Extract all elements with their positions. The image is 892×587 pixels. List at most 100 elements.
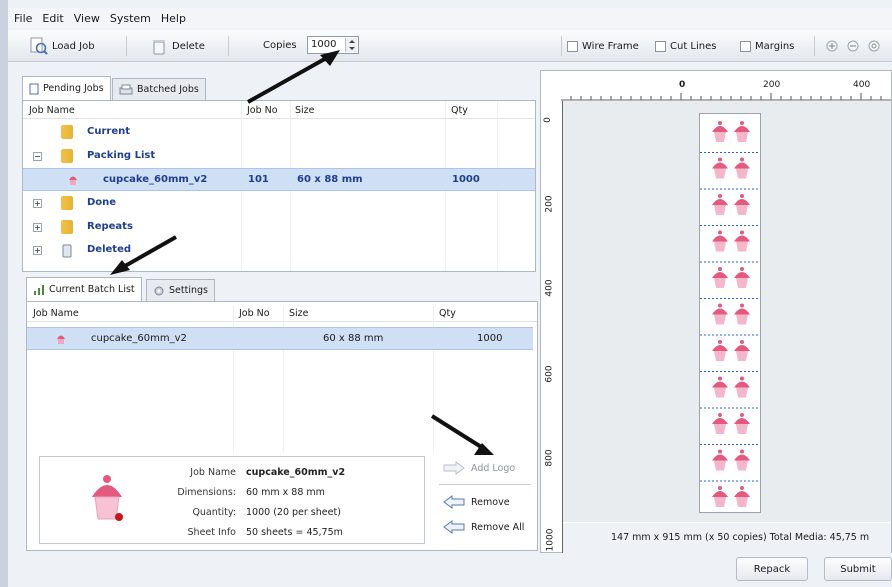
- menu-system[interactable]: System: [110, 12, 151, 25]
- tab-pending-jobs[interactable]: Pending Jobs: [22, 76, 111, 100]
- col-size[interactable]: Size: [289, 308, 309, 319]
- tab-settings-label: Settings: [169, 285, 208, 296]
- expand-icon[interactable]: +: [33, 223, 42, 232]
- cut-lines-checkbox[interactable]: [655, 40, 666, 52]
- remove-button[interactable]: Remove: [443, 490, 510, 514]
- cupcake-tile: [712, 157, 728, 179]
- batch-job-qty: 1000: [477, 333, 503, 344]
- cupcake-tile: [734, 376, 750, 398]
- job-size: 60 x 88 mm: [297, 174, 363, 185]
- spin-arrows-icon[interactable]: [345, 38, 357, 52]
- expand-icon[interactable]: +: [33, 199, 42, 208]
- quantity-label: Quantity:: [192, 507, 236, 518]
- submit-button[interactable]: Submit: [824, 557, 892, 581]
- ruler-v-label: 200: [544, 195, 555, 213]
- horizontal-ruler: 0 200 400: [561, 71, 891, 101]
- recycle-bin-icon: [62, 244, 72, 258]
- job-name-label: Job Name: [190, 467, 236, 478]
- collapse-icon[interactable]: −: [33, 152, 42, 161]
- job-row-cupcake[interactable]: cupcake_60mm_v2 101 60 x 88 mm 1000: [23, 168, 535, 191]
- cupcake-tile: [712, 194, 728, 215]
- col-job-no[interactable]: Job No: [239, 308, 270, 319]
- job-qty: 1000: [452, 174, 480, 185]
- zoom-out-icon[interactable]: [847, 40, 859, 52]
- cupcake-tile: [712, 121, 728, 142]
- menu-view[interactable]: View: [74, 12, 100, 25]
- tab-batched-jobs[interactable]: Batched Jobs: [112, 78, 206, 100]
- delete-button[interactable]: Delete: [150, 35, 205, 57]
- cupcake-tile: [712, 449, 728, 471]
- ruler-v-label: 600: [544, 365, 555, 383]
- col-size[interactable]: Size: [295, 105, 315, 116]
- document-icon: [29, 83, 39, 94]
- wire-frame-checkbox[interactable]: [567, 40, 578, 52]
- add-logo-button[interactable]: Add Logo: [443, 456, 515, 480]
- folder-row-deleted[interactable]: + Deleted: [23, 239, 535, 262]
- batch-row-cupcake[interactable]: cupcake_60mm_v2 60 x 88 mm 1000: [27, 327, 533, 350]
- col-job-name[interactable]: Job Name: [29, 105, 75, 116]
- folder-label: Current: [87, 126, 131, 137]
- col-job-no[interactable]: Job No: [247, 105, 278, 116]
- load-job-button[interactable]: Load Job: [30, 35, 95, 57]
- copies-spinner[interactable]: 1000: [307, 36, 359, 54]
- cupcake-tile: [734, 157, 750, 179]
- cupcake-tile: [734, 413, 750, 434]
- cut-lines-label: Cut Lines: [670, 40, 717, 52]
- menu-bar: File Edit View System Help: [8, 8, 892, 28]
- batch-job-size: 60 x 88 mm: [323, 333, 384, 344]
- ruler-v-label: 1000: [545, 528, 556, 552]
- tab-pending-label: Pending Jobs: [43, 83, 104, 94]
- menu-file[interactable]: File: [14, 12, 32, 25]
- cupcake-tile: [734, 121, 750, 142]
- tab-settings[interactable]: Settings: [146, 279, 215, 301]
- load-job-icon: [30, 37, 48, 55]
- margins-checkbox[interactable]: [740, 40, 751, 52]
- media-strip: [699, 113, 761, 513]
- cut-lines-toggle[interactable]: Cut Lines: [655, 35, 716, 57]
- margins-toggle[interactable]: Margins: [740, 35, 794, 57]
- cupcake-tile: [734, 449, 750, 471]
- folder-row-packing-list[interactable]: − Packing List: [23, 145, 535, 168]
- ruler-h-label: 400: [853, 80, 871, 90]
- wire-frame-toggle[interactable]: Wire Frame: [567, 35, 639, 57]
- submit-label: Submit: [840, 563, 876, 575]
- repack-button[interactable]: Repack: [736, 557, 808, 581]
- margins-label: Margins: [755, 40, 795, 52]
- remove-all-button[interactable]: Remove All: [443, 515, 524, 539]
- col-job-name[interactable]: Job Name: [33, 308, 79, 319]
- zoom-in-icon[interactable]: [826, 40, 838, 52]
- folder-row-repeats[interactable]: + Repeats: [23, 216, 535, 239]
- wire-frame-label: Wire Frame: [582, 40, 639, 52]
- quantity-value: 1000 (20 per sheet): [246, 507, 341, 518]
- cupcake-tile: [734, 267, 750, 288]
- ruler-h-label: 0: [679, 80, 686, 90]
- zoom-fit-icon[interactable]: [868, 40, 880, 52]
- sheet-info-label: Sheet Info: [187, 527, 236, 538]
- arrow-left-icon: [443, 520, 465, 534]
- col-qty[interactable]: Qty: [451, 105, 468, 116]
- copies-value[interactable]: 1000: [311, 39, 336, 50]
- tab-current-batch-list[interactable]: Current Batch List: [26, 277, 142, 301]
- cupcake-tile: [712, 230, 728, 252]
- cupcake-icon: [57, 335, 65, 344]
- remove-label: Remove: [471, 496, 510, 508]
- cupcake-tile: [734, 486, 750, 507]
- delete-label: Delete: [172, 40, 205, 52]
- job-name-value: cupcake_60mm_v2: [246, 467, 346, 478]
- expand-icon[interactable]: +: [33, 246, 42, 255]
- preview-status-text: 147 mm x 915 mm (x 50 copies) Total Medi…: [611, 532, 870, 543]
- ruler-v-label: 800: [544, 449, 555, 467]
- folder-row-current[interactable]: Current: [23, 121, 535, 144]
- batch-table-header: Job Name Job No Size Qty: [27, 306, 537, 322]
- col-qty[interactable]: Qty: [439, 308, 456, 319]
- gear-icon: [154, 286, 164, 295]
- menu-edit[interactable]: Edit: [42, 12, 63, 25]
- menu-help[interactable]: Help: [161, 12, 186, 25]
- jobs-table-header: Job Name Job No Size Qty: [23, 103, 535, 119]
- folder-label: Packing List: [87, 150, 156, 161]
- folder-row-done[interactable]: + Done: [23, 192, 535, 215]
- cupcake-layout: [700, 121, 760, 507]
- folder-label: Repeats: [87, 221, 133, 232]
- printer-icon: [119, 84, 133, 94]
- job-no: 101: [248, 174, 269, 185]
